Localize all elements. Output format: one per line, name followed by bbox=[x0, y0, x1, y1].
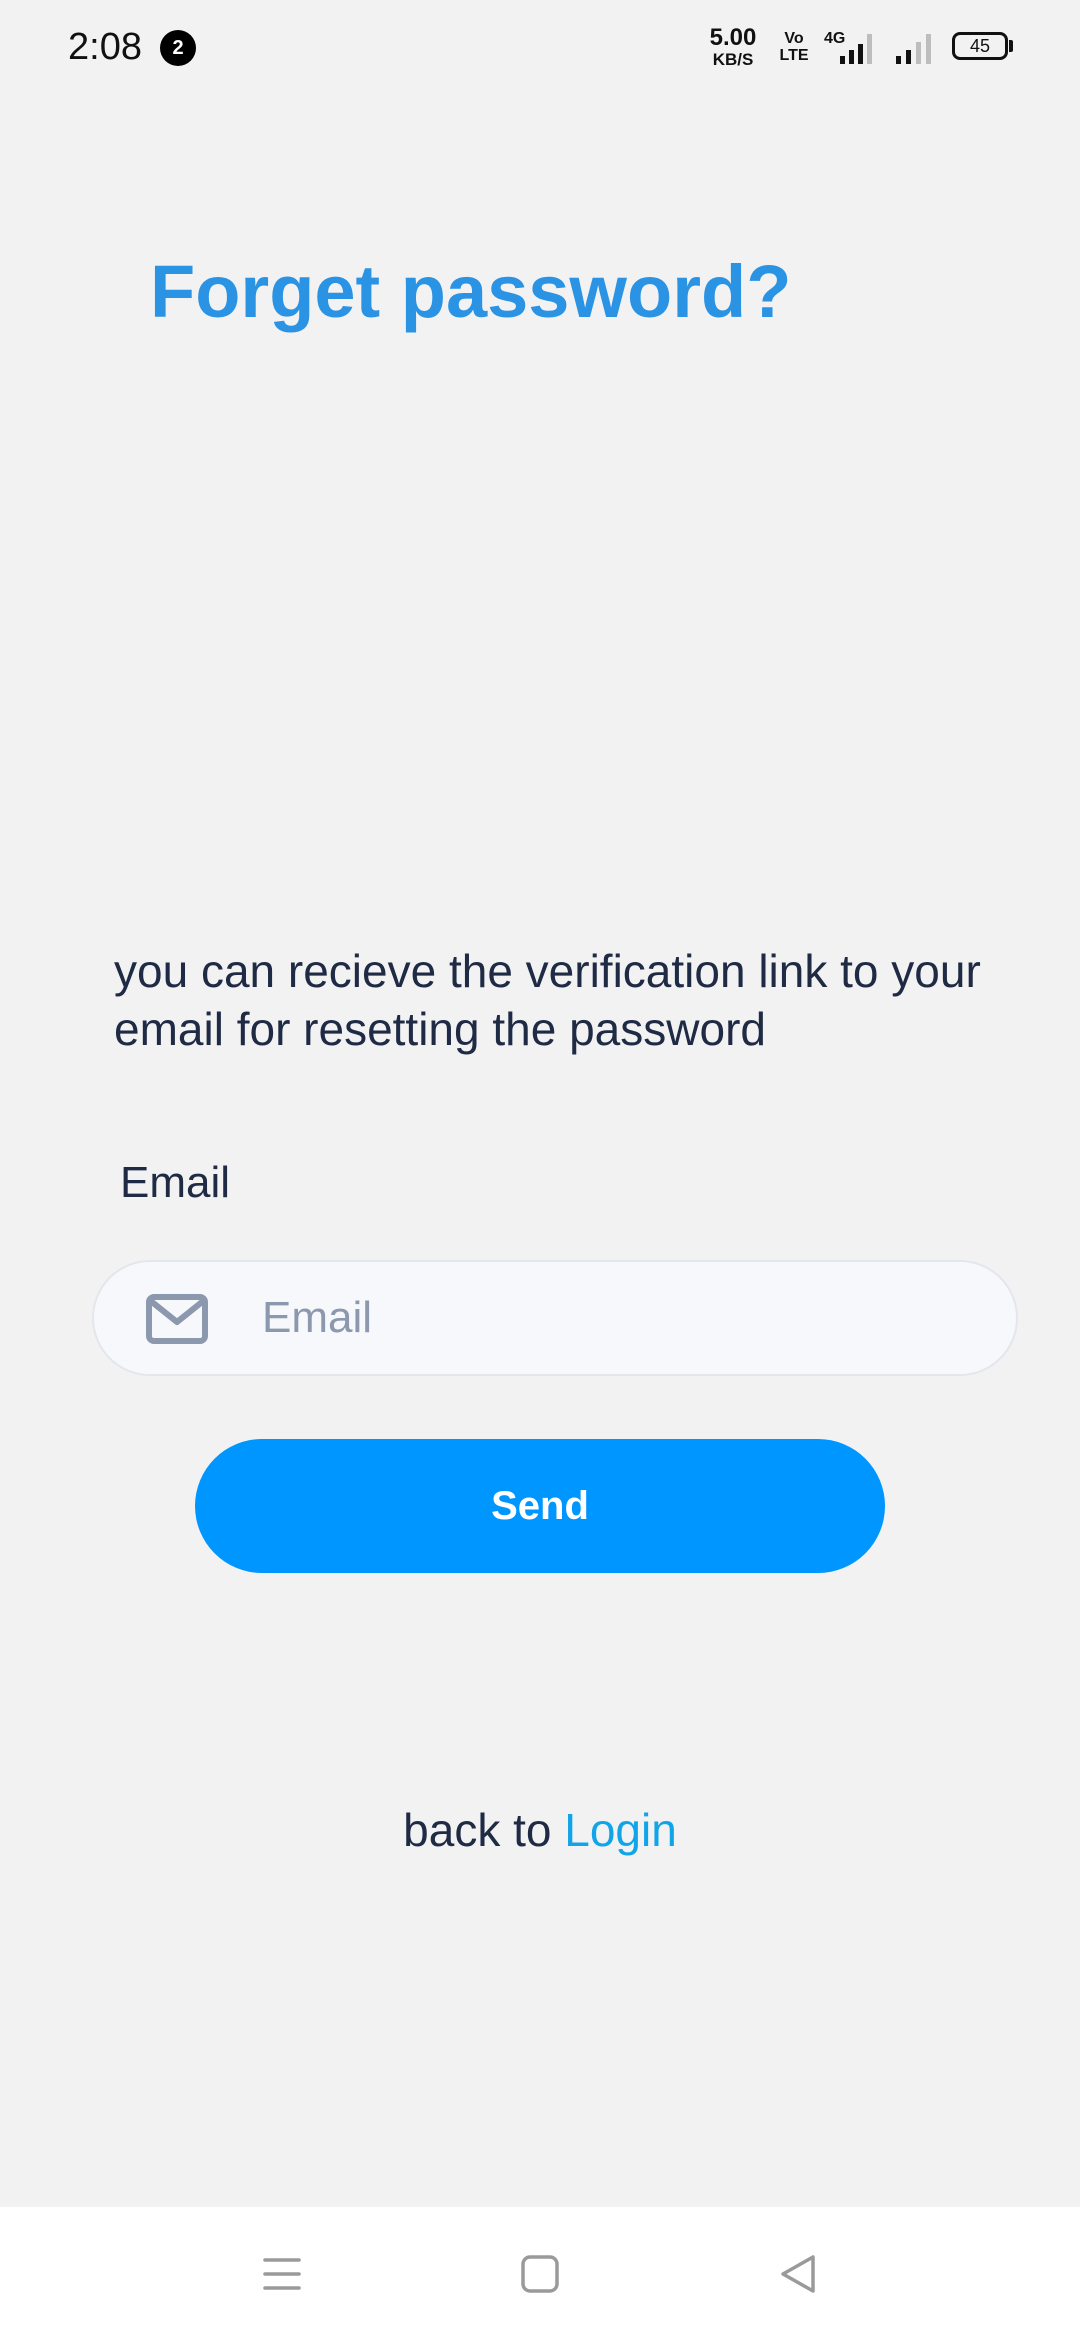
battery-level: 45 bbox=[969, 36, 991, 56]
network-speed-unit: KB/S bbox=[712, 50, 754, 69]
volte-top-text: Vo bbox=[784, 30, 804, 47]
email-field[interactable] bbox=[92, 1260, 1018, 1376]
status-bar: 2:08 2 5.00 KB/S Vo LTE 4G 45 bbox=[0, 0, 1080, 96]
email-input[interactable] bbox=[262, 1282, 982, 1354]
network-type-text: 4G bbox=[824, 30, 845, 47]
send-button[interactable]: Send bbox=[195, 1439, 885, 1573]
volte-bottom-text: LTE bbox=[779, 47, 809, 64]
home-square-icon[interactable] bbox=[505, 2239, 575, 2309]
page-title: Forget password? bbox=[150, 250, 792, 333]
menu-icon[interactable] bbox=[247, 2239, 317, 2309]
status-time: 2:08 bbox=[68, 26, 142, 68]
signal-strength-icon bbox=[896, 34, 931, 64]
network-speed: 5.00 KB/S bbox=[704, 24, 762, 69]
signal-4g-icon: 4G bbox=[824, 30, 872, 64]
back-to-login-row: back to Login bbox=[0, 1802, 1080, 1858]
notification-count-badge: 2 bbox=[160, 30, 196, 66]
battery-icon: 45 bbox=[952, 32, 1008, 60]
back-triangle-icon[interactable] bbox=[763, 2239, 833, 2309]
email-label: Email bbox=[120, 1158, 231, 1207]
instruction-text: you can recieve the verification link to… bbox=[114, 945, 981, 1055]
network-speed-value: 5.00 bbox=[709, 24, 757, 51]
volte-icon: Vo LTE bbox=[776, 30, 812, 64]
battery-tip bbox=[1009, 40, 1013, 52]
back-to-text: back to bbox=[403, 1804, 552, 1856]
mail-icon bbox=[146, 1294, 208, 1344]
login-link[interactable]: Login bbox=[564, 1804, 677, 1856]
navigation-bar bbox=[0, 2207, 1080, 2340]
